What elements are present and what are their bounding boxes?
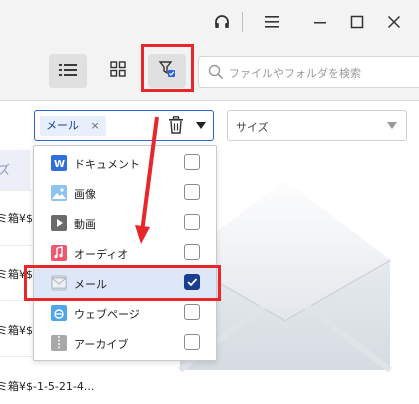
list-header-label: ズ bbox=[0, 163, 11, 177]
close-icon[interactable] bbox=[380, 8, 408, 36]
dropdown-item-video[interactable]: 動画 bbox=[34, 208, 216, 238]
dropdown-item-label: 動画 bbox=[74, 218, 96, 231]
word-document-icon: W bbox=[51, 155, 67, 171]
list-item[interactable]: ミ箱¥$-1-5-21-4... bbox=[0, 378, 94, 394]
dropdown-item-label: 画像 bbox=[74, 188, 96, 201]
dropdown-item-label: ウェブページ bbox=[74, 308, 140, 321]
chevron-down-icon bbox=[387, 122, 397, 129]
dropdown-item-label: アーカイブ bbox=[74, 338, 129, 351]
grid-view-icon bbox=[110, 61, 126, 81]
svg-text:W: W bbox=[54, 159, 65, 170]
remove-tag-button[interactable]: × bbox=[91, 119, 100, 132]
minimize-icon[interactable] bbox=[306, 8, 334, 36]
grid-view-button[interactable] bbox=[99, 54, 137, 88]
search-icon bbox=[208, 64, 224, 84]
audio-icon bbox=[51, 245, 67, 261]
size-select[interactable]: サイズ bbox=[227, 110, 407, 141]
type-filter-tag: メール × bbox=[40, 116, 106, 136]
video-icon bbox=[51, 215, 67, 231]
toolbar: ファイルやフォルダを検索 bbox=[0, 44, 419, 101]
list-view-button[interactable] bbox=[49, 54, 87, 88]
list-view-icon bbox=[59, 62, 77, 81]
search-placeholder: ファイルやフォルダを検索 bbox=[229, 67, 361, 80]
dropdown-item-image[interactable]: 画像 bbox=[34, 178, 216, 208]
image-icon bbox=[51, 185, 67, 201]
list-item[interactable]: ミ箱¥$- bbox=[0, 210, 37, 226]
webpage-icon bbox=[51, 305, 67, 321]
chevron-down-icon[interactable] bbox=[196, 122, 206, 129]
list-item[interactable]: ミ箱¥$- bbox=[0, 322, 37, 338]
trash-icon[interactable] bbox=[168, 116, 184, 138]
dropdown-item-audio[interactable]: オーディオ bbox=[34, 238, 216, 268]
highlight-filter-button bbox=[141, 44, 194, 92]
menu-icon[interactable] bbox=[258, 8, 286, 36]
dropdown-item-label: ドキュメント bbox=[74, 158, 140, 171]
checkbox[interactable] bbox=[184, 184, 200, 200]
highlight-mail-item bbox=[24, 265, 221, 301]
dropdown-item-document[interactable]: W ドキュメント bbox=[34, 148, 216, 178]
checkbox[interactable] bbox=[184, 334, 200, 350]
title-bar bbox=[0, 0, 419, 44]
file-type-select[interactable]: メール × bbox=[34, 110, 214, 141]
dropdown-item-label: オーディオ bbox=[74, 248, 129, 261]
checkbox[interactable] bbox=[184, 154, 200, 170]
title-separator bbox=[242, 12, 243, 32]
file-type-dropdown: W ドキュメント 画像 動画 オーディオ メール ウェブページ アーカイブ bbox=[33, 145, 217, 361]
file-list-column bbox=[0, 101, 30, 404]
maximize-icon[interactable] bbox=[343, 8, 371, 36]
checkbox[interactable] bbox=[184, 304, 200, 320]
checkbox[interactable] bbox=[184, 214, 200, 230]
search-field[interactable]: ファイルやフォルダを検索 bbox=[198, 56, 419, 88]
type-filter-tag-label: メール bbox=[46, 119, 79, 132]
dropdown-item-archive[interactable]: アーカイブ bbox=[34, 328, 216, 358]
archive-icon bbox=[51, 335, 67, 351]
list-header-cell: ズ bbox=[0, 150, 30, 190]
dropdown-item-webpage[interactable]: ウェブページ bbox=[34, 298, 216, 328]
size-select-label: サイズ bbox=[236, 121, 269, 134]
headset-icon[interactable] bbox=[208, 8, 236, 36]
checkbox[interactable] bbox=[184, 244, 200, 260]
